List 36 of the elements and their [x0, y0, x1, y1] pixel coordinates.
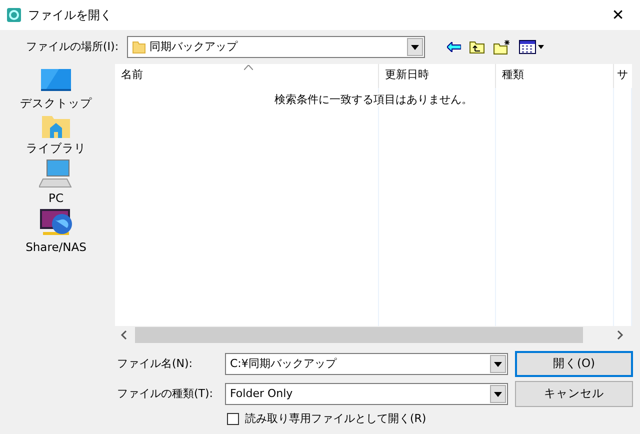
place-item[interactable]: デスクトップ	[20, 68, 92, 112]
folder-up-icon[interactable]	[468, 40, 485, 54]
location-label: ファイルの場所(I):	[26, 38, 119, 55]
caret-icon	[410, 44, 419, 50]
place-item[interactable]: ライブラリ	[26, 113, 86, 158]
column-header[interactable]: サ	[614, 64, 632, 88]
pc-icon	[39, 158, 73, 188]
library-icon	[41, 113, 71, 140]
back-arrow-icon[interactable]	[446, 42, 461, 52]
place-item[interactable]: Share/NAS	[26, 208, 86, 256]
new-folder-icon[interactable]	[492, 39, 511, 55]
location-dropdown[interactable]: 同期バックアップ	[126, 36, 425, 58]
file-type-dropdown[interactable]: Folder Only	[225, 383, 508, 405]
open-button[interactable]: 開く(O)	[515, 351, 633, 377]
caret-icon	[494, 362, 502, 366]
cancel-button[interactable]: キャンセル	[515, 381, 633, 407]
place-item[interactable]: PC	[39, 158, 73, 207]
column-header[interactable]: 名前	[115, 64, 379, 88]
file-type-label: ファイルの種類(T):	[117, 386, 214, 402]
column-header[interactable]: 種類	[496, 64, 614, 88]
read-only-label: 読み取り専用ファイルとして開く(R)	[245, 411, 426, 427]
close-button[interactable]: ✕	[596, 0, 640, 30]
file-list[interactable]: 名前 更新日時 種類 サ 検索条件に一致する項目はありません。	[115, 64, 632, 344]
file-name-field[interactable]: C:¥同期バックアップ	[225, 353, 508, 375]
scroll-right-icon[interactable]	[616, 330, 624, 340]
desktop-icon	[40, 68, 72, 94]
nas-icon	[39, 208, 73, 238]
scroll-left-icon[interactable]	[120, 330, 128, 340]
file-name-label: ファイル名(N):	[117, 356, 194, 372]
read-only-checkbox[interactable]	[227, 413, 239, 426]
folder-icon	[132, 40, 146, 54]
caret-icon	[494, 392, 502, 396]
window-title: ファイルを開く	[28, 7, 112, 24]
column-header[interactable]: 更新日時	[379, 64, 496, 88]
view-menu-icon[interactable]	[518, 40, 545, 54]
app-icon	[6, 7, 22, 23]
